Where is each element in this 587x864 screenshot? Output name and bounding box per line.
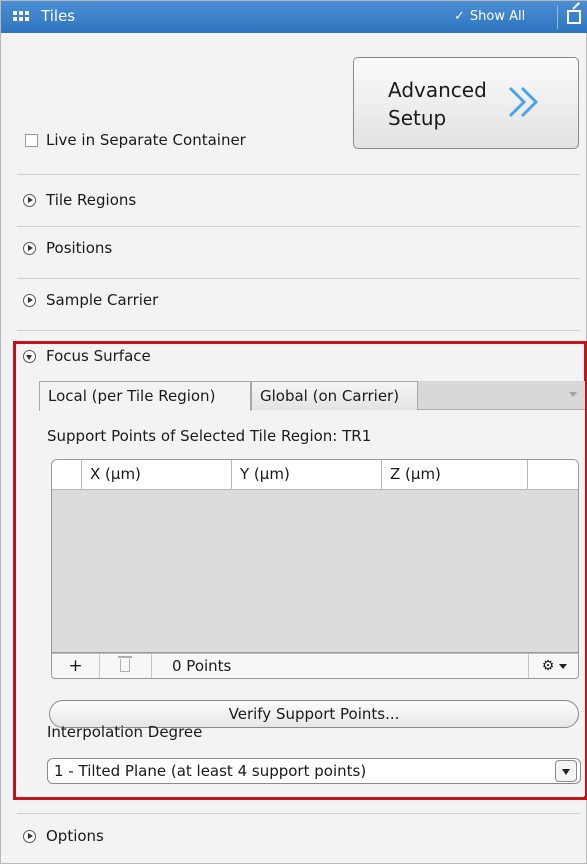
support-points-label: Support Points of Selected Tile Region: … [47, 427, 371, 445]
divider [17, 278, 580, 279]
tab-local[interactable]: Local (per Tile Region) [39, 381, 251, 411]
column-header-x[interactable]: X (µm) [82, 460, 232, 490]
trash-icon [118, 656, 132, 672]
collapse-icon [23, 349, 36, 363]
points-count: 0 Points [172, 657, 232, 675]
undock-icon[interactable] [567, 10, 581, 24]
advanced-setup-label-line1: Advanced [388, 78, 487, 102]
table-header: X (µm) Y (µm) Z (µm) [52, 460, 578, 490]
interpolation-degree-label: Interpolation Degree [47, 723, 203, 741]
advanced-setup-label-line2: Setup [388, 106, 447, 130]
expand-icon [23, 193, 36, 207]
row-header-cell [52, 460, 82, 490]
focus-surface-tabs: Local (per Tile Region) Global (on Carri… [39, 381, 585, 411]
show-all-label: Show All [469, 9, 526, 24]
column-header-z[interactable]: Z (µm) [382, 460, 528, 490]
section-label: Options [46, 827, 104, 845]
section-label: Positions [46, 239, 113, 257]
chevron-down-icon [559, 663, 568, 669]
check-icon: ✓ [454, 9, 465, 24]
gear-icon: ⚙ [541, 658, 555, 674]
tile-region-name: TR1 [342, 427, 372, 445]
add-point-button[interactable]: + [52, 654, 100, 678]
divider [17, 174, 580, 175]
support-points-table[interactable]: X (µm) Y (µm) Z (µm) [51, 459, 579, 653]
divider [17, 330, 580, 331]
table-footer: + 0 Points ⚙ [51, 653, 579, 679]
section-label: Focus Surface [46, 347, 151, 365]
tab-global[interactable]: Global (on Carrier) [251, 381, 418, 411]
divider [17, 813, 580, 814]
chevron-down-icon[interactable] [555, 760, 577, 782]
section-positions[interactable]: Positions [23, 239, 112, 257]
live-container-label: Live in Separate Container [46, 131, 246, 149]
section-tile-regions[interactable]: Tile Regions [23, 191, 136, 209]
section-sample-carrier[interactable]: Sample Carrier [23, 291, 158, 309]
interpolation-degree-select[interactable]: 1 - Tilted Plane (at least 4 support poi… [47, 758, 581, 784]
divider [17, 226, 580, 227]
tiles-icon [13, 11, 29, 22]
titlebar-divider [557, 5, 558, 29]
expand-icon [23, 829, 36, 843]
show-all-toggle[interactable]: ✓ Show All [454, 9, 525, 24]
support-points-caption: Support Points of Selected Tile Region: [47, 427, 338, 445]
live-container-checkbox-row[interactable]: Live in Separate Container [25, 131, 246, 149]
double-chevron-right-icon [508, 86, 539, 118]
delete-point-button[interactable] [100, 654, 152, 678]
section-focus-surface[interactable]: Focus Surface [23, 347, 151, 365]
table-options-button[interactable]: ⚙ [528, 654, 580, 678]
panel-titlebar: Tiles ✓ Show All [1, 1, 587, 33]
panel-title: Tiles [41, 7, 76, 25]
section-label: Sample Carrier [46, 291, 159, 309]
tiles-panel: Tiles ✓ Show All Advanced Setup Live in … [0, 0, 587, 864]
column-header-y[interactable]: Y (µm) [232, 460, 382, 490]
live-container-checkbox[interactable] [25, 133, 38, 147]
advanced-setup-button[interactable]: Advanced Setup [353, 57, 579, 149]
tab-overflow-icon[interactable] [569, 392, 577, 397]
section-label: Tile Regions [46, 191, 137, 209]
expand-icon [23, 293, 36, 307]
section-options[interactable]: Options [23, 827, 104, 845]
expand-icon [23, 241, 36, 255]
